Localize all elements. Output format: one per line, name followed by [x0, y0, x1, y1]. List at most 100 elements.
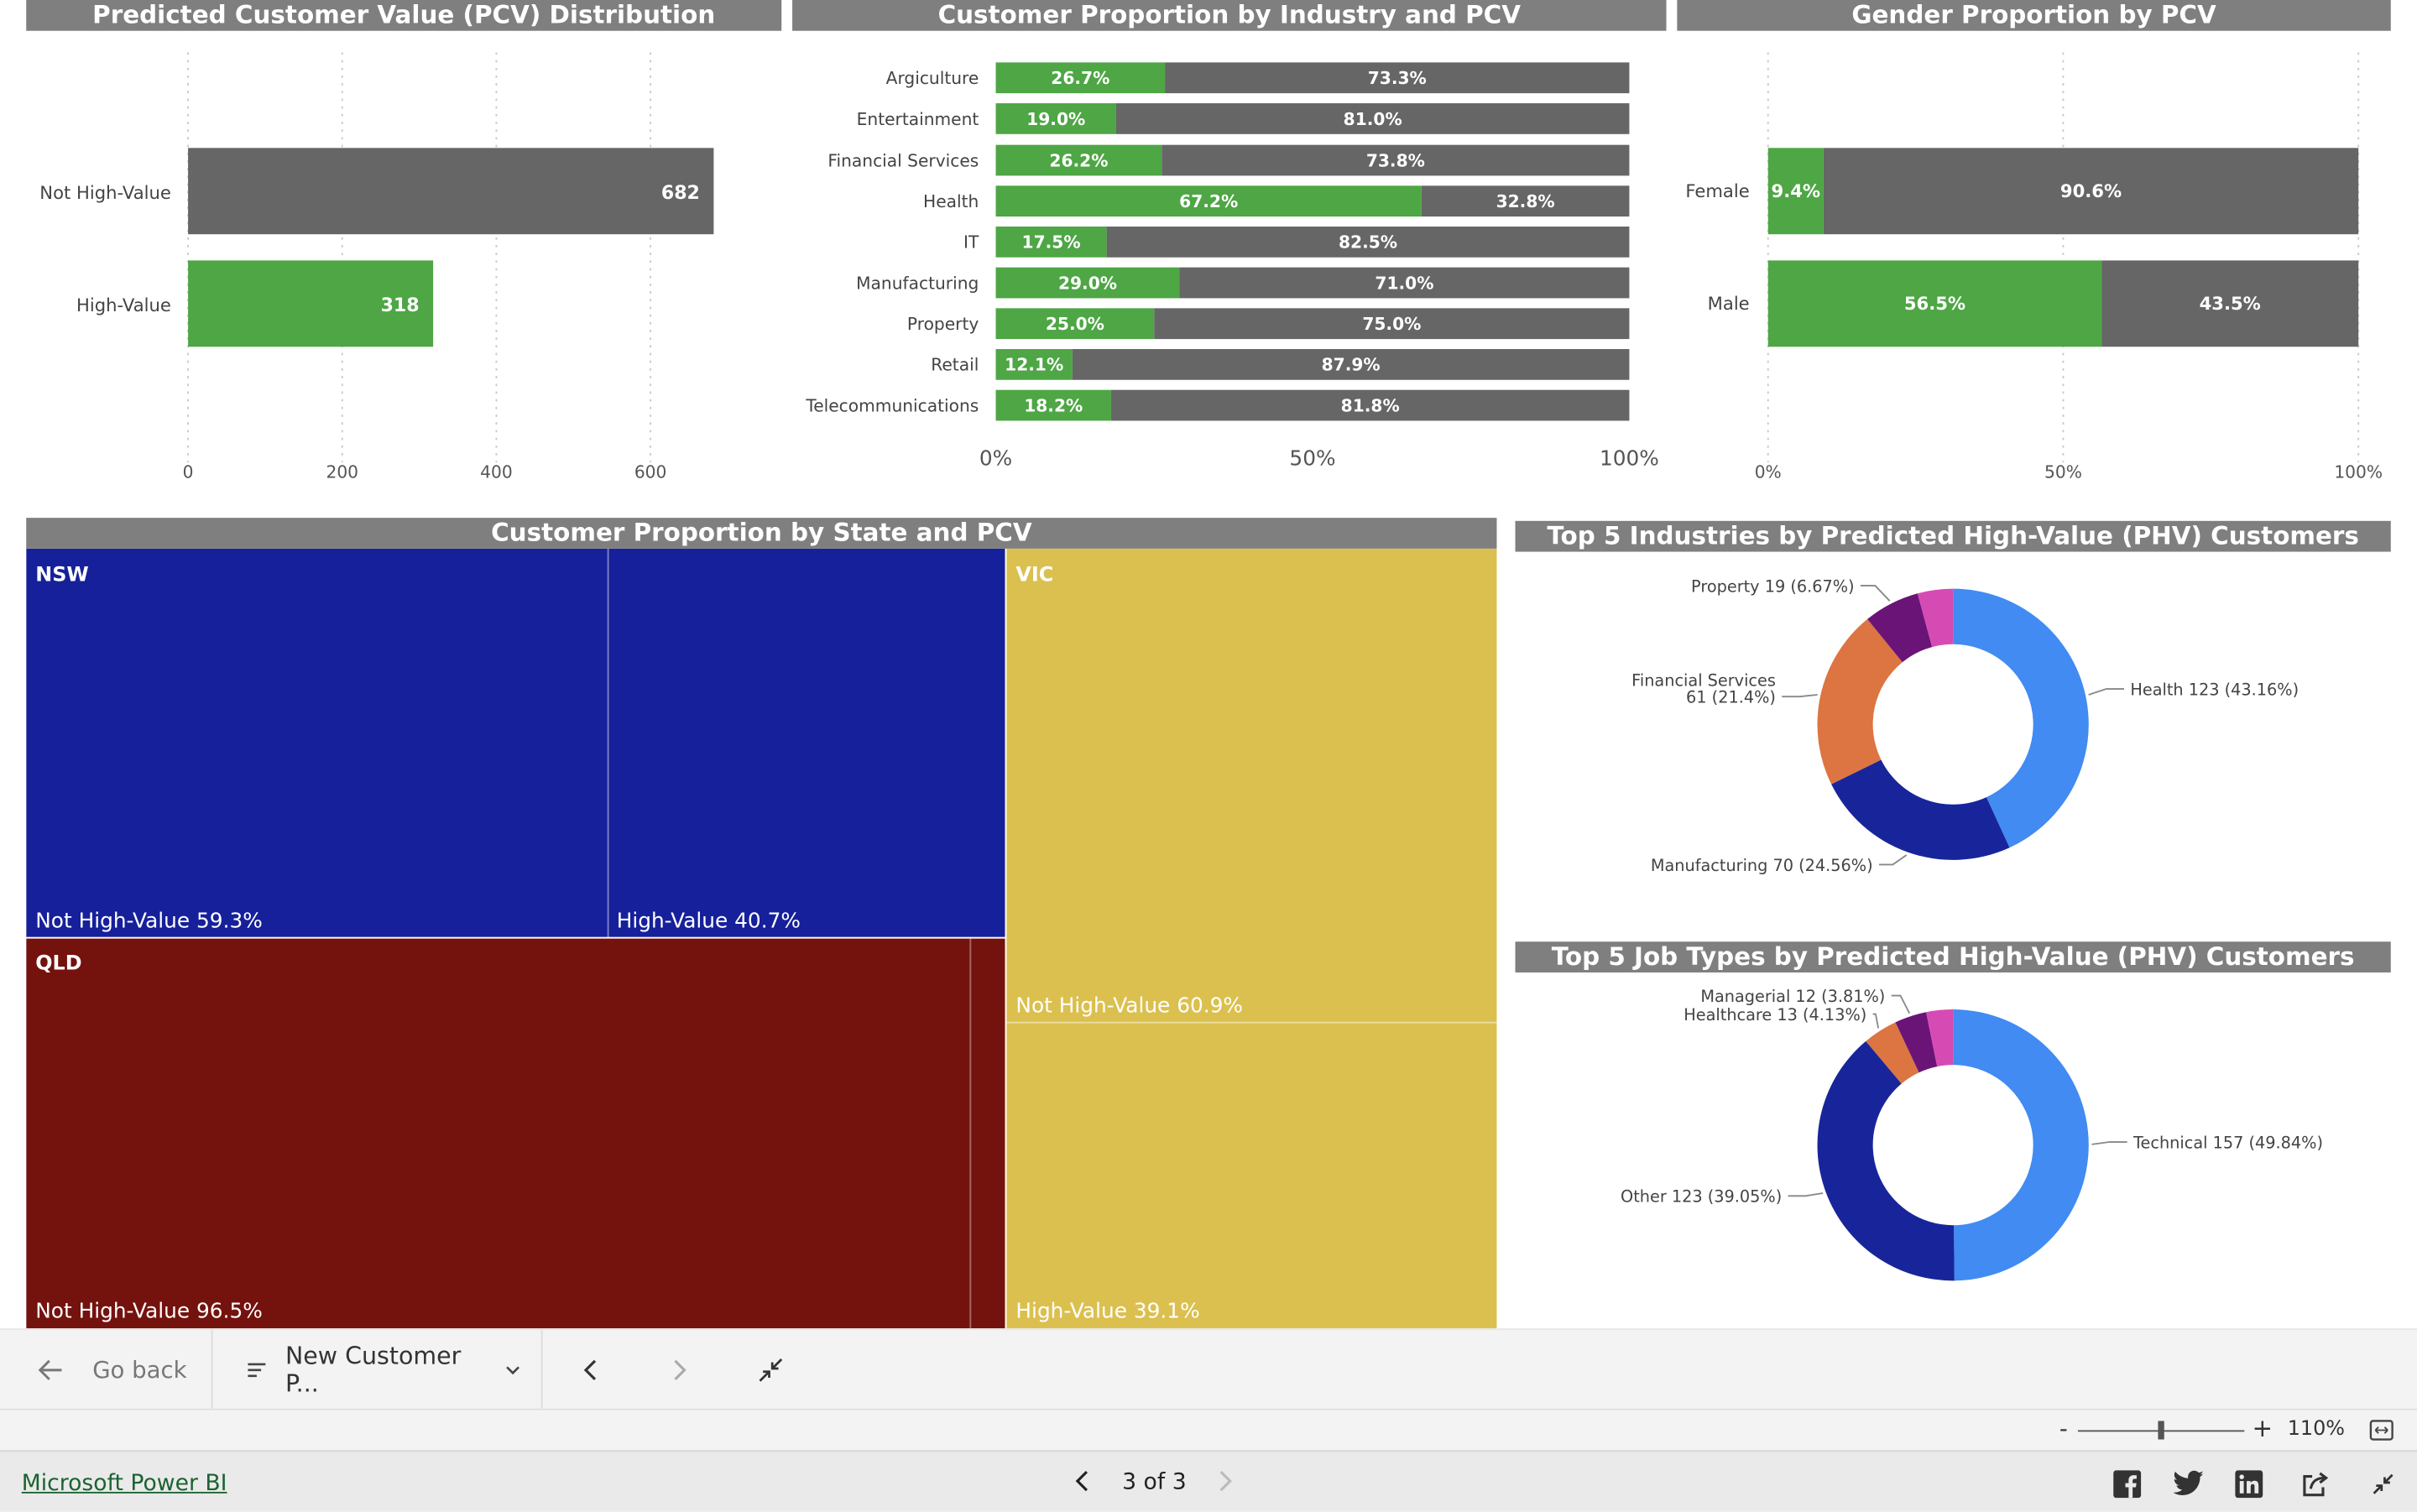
treemap-label: High-Value 39.1%: [1015, 1299, 1200, 1324]
footer-next-page-button[interactable]: [1214, 1468, 1238, 1495]
zoom-in-button[interactable]: +: [2252, 1413, 2273, 1442]
lines-icon: [248, 1363, 266, 1378]
linkedin-icon[interactable]: [2235, 1470, 2263, 1499]
category-label: Manufacturing: [856, 273, 979, 293]
data-label: 75.0%: [1362, 314, 1421, 334]
x-tick-label: 0%: [1755, 461, 1782, 482]
category-label: Not High-Value: [39, 182, 171, 203]
category-label: Male: [1708, 293, 1750, 314]
slice-label: Manufacturing 70 (24.56%): [1651, 856, 1873, 875]
data-label: 682: [661, 183, 700, 204]
industry-pcv-chart[interactable]: 0% 50% 100% 26.7% 73.3% Argiculture 19.0% 81.0%…: [786, 31, 1673, 493]
facebook-icon[interactable]: [2113, 1470, 2142, 1499]
treemap-state-label-vic: VIC: [1015, 564, 1054, 587]
donut-slice[interactable]: [1831, 759, 2010, 860]
treemap-tile-qld-high-value[interactable]: [971, 938, 1005, 1329]
power-bi-link[interactable]: Microsoft Power BI: [22, 1472, 227, 1496]
go-back-label: Go back: [92, 1356, 187, 1384]
go-back-button[interactable]: Go back: [34, 1330, 206, 1410]
chevron-left-icon: [583, 1359, 597, 1380]
next-page-button[interactable]: [663, 1330, 700, 1410]
collapse-button[interactable]: [754, 1330, 791, 1410]
gender-pcv-title: Gender Proportion by PCV: [1677, 0, 2391, 31]
category-label: Argiculture: [886, 68, 979, 88]
zoom-slider-thumb[interactable]: [2158, 1421, 2164, 1440]
data-label: 90.6%: [2060, 180, 2122, 201]
fullscreen-exit-icon[interactable]: [2371, 1472, 2395, 1496]
gender-pcv-chart[interactable]: 0% 50% 100% 9.4% 90.6% Female 56.5% 43.5% Male: [1673, 31, 2417, 493]
data-label: 18.2%: [1024, 395, 1083, 415]
donut-slice[interactable]: [1953, 1009, 2089, 1281]
x-tick-label: 200: [326, 461, 358, 482]
chevron-left-icon: [1075, 1470, 1088, 1492]
zoom-level: 110%: [2287, 1417, 2345, 1442]
category-label: Property: [907, 314, 979, 334]
fit-page-icon[interactable]: [2369, 1420, 2394, 1442]
treemap-label: Not High-Value 59.3%: [35, 909, 263, 935]
leader-line: [1860, 585, 1891, 602]
zoom-bar: - + 110%: [0, 1408, 2417, 1452]
leader-line: [1788, 1192, 1824, 1197]
top-jobs-donut[interactable]: Technical 157 (49.84%) Other 123 (39.05%)…: [1516, 972, 2417, 1327]
leader-line: [1872, 1013, 1880, 1029]
treemap-divider: [1005, 548, 1007, 1329]
twitter-icon[interactable]: [2173, 1470, 2205, 1496]
data-label: 81.0%: [1344, 109, 1402, 129]
page-dropdown[interactable]: New Customer P...: [243, 1330, 521, 1410]
treemap-tile-nsw-high-value[interactable]: [608, 548, 1005, 937]
pcv-distribution-title: Predicted Customer Value (PCV) Distribut…: [26, 0, 782, 31]
treemap-tile-qld-not-high-value[interactable]: [26, 938, 972, 1329]
data-label: 9.4%: [1772, 180, 1821, 201]
chevron-right-icon: [1219, 1470, 1232, 1492]
data-label: 26.2%: [1049, 150, 1108, 170]
treemap-label: High-Value 40.7%: [616, 909, 801, 935]
footer-previous-page-button[interactable]: [1070, 1468, 1094, 1495]
footer-bar: Microsoft Power BI 3 of 3: [0, 1450, 2417, 1512]
data-label: 71.0%: [1375, 273, 1433, 293]
leader-line: [1878, 854, 1908, 866]
treemap-tile-vic-high-value[interactable]: [1006, 1023, 1497, 1329]
data-label: 81.8%: [1341, 395, 1400, 415]
report-canvas: Predicted Customer Value (PCV) Distribut…: [0, 0, 2417, 1512]
treemap-tile-nsw-not-high-value[interactable]: [26, 548, 609, 937]
pcv-distribution-chart[interactable]: 0 200 400 600 Not High-Value 682 High-Value 318: [0, 31, 786, 493]
page-dropdown-label: New Customer P...: [285, 1342, 462, 1398]
category-label: Telecommunications: [805, 395, 979, 415]
previous-page-button[interactable]: [573, 1330, 610, 1410]
slice-label: Health 123 (43.16%): [2130, 680, 2299, 699]
x-tick-label: 50%: [1289, 446, 1335, 471]
category-label: High-Value: [76, 295, 171, 315]
page-indicator: 3 of 3: [1122, 1470, 1187, 1495]
x-tick-label: 400: [480, 461, 513, 482]
treemap-divider: [26, 936, 1007, 939]
state-pcv-treemap[interactable]: NSW Not High-Value 59.3% High-Value 40.7…: [26, 548, 1497, 1329]
bar[interactable]: [188, 148, 714, 235]
treemap-tile-vic-not-high-value[interactable]: [1006, 548, 1497, 1024]
top-industries-donut[interactable]: Health 123 (43.16%) Manufacturing 70 (24.…: [1516, 552, 2417, 935]
data-label: 318: [381, 295, 420, 316]
slice-label: Healthcare 13 (4.13%): [1684, 1005, 1866, 1025]
x-tick-label: 0: [183, 461, 194, 482]
nav-divider: [540, 1330, 543, 1410]
chevron-down-icon: [505, 1366, 519, 1375]
share-icon[interactable]: [2300, 1470, 2331, 1498]
leader-line: [2091, 1141, 2127, 1145]
data-label: 29.0%: [1058, 273, 1117, 293]
x-tick-label: 50%: [2044, 461, 2082, 482]
data-label: 87.9%: [1322, 355, 1381, 375]
top-jobs-title: Top 5 Job Types by Predicted High-Value …: [1515, 941, 2391, 972]
zoom-out-button[interactable]: -: [2059, 1415, 2068, 1442]
data-label: 17.5%: [1022, 232, 1081, 253]
leader-line: [2088, 688, 2125, 696]
slice-label: Technical 157 (49.84%): [2132, 1133, 2323, 1152]
category-label: Entertainment: [857, 109, 979, 129]
donut-slice[interactable]: [1817, 1040, 1955, 1281]
report-nav-bar: Go back New Customer P...: [0, 1328, 2417, 1410]
data-label: 43.5%: [2200, 293, 2261, 314]
top-industries-title: Top 5 Industries by Predicted High-Value…: [1515, 520, 2391, 552]
slice-label: Property 19 (6.67%): [1691, 576, 1855, 596]
treemap-label: Not High-Value 60.9%: [1015, 993, 1243, 1019]
x-tick-label: 100%: [2334, 461, 2383, 482]
data-label: 19.0%: [1026, 109, 1085, 129]
data-label: 56.5%: [1904, 293, 1965, 314]
